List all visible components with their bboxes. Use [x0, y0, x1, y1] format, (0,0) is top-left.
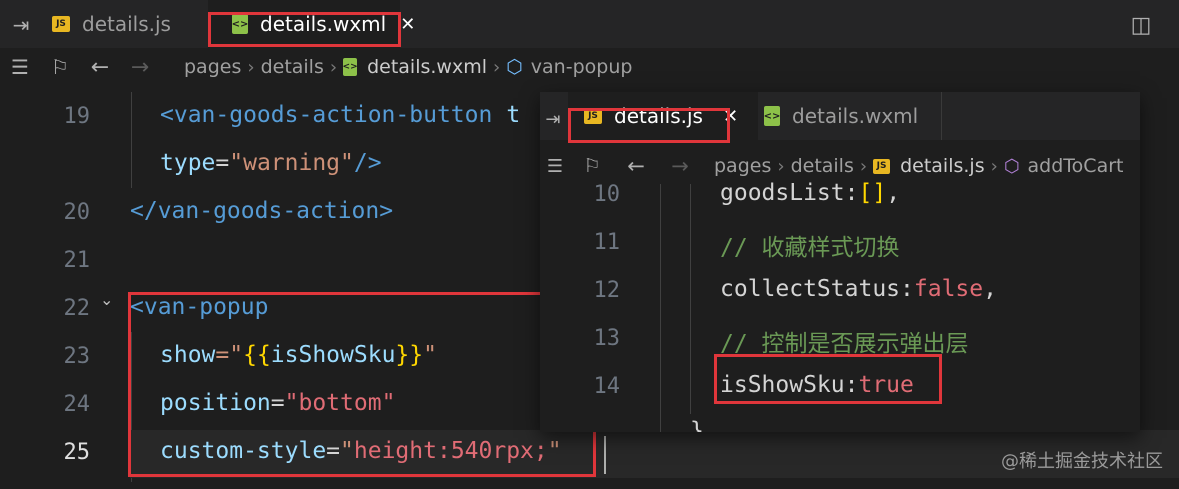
list-icon[interactable]: ☰	[0, 48, 40, 86]
code-token: =	[215, 150, 230, 176]
code-token: <van-goods-action-button	[160, 102, 493, 128]
line-number: 19	[63, 104, 91, 129]
code-token: []	[858, 180, 887, 206]
breadcrumb-item-symbol[interactable]: van-popup	[531, 56, 633, 78]
sidebar-toggle-icon[interactable]: ⇥	[540, 106, 566, 132]
sidebar-toggle-icon[interactable]: ⇥	[8, 12, 34, 38]
back-arrow-icon[interactable]: ←	[80, 48, 120, 86]
highlight-tab-wxml	[208, 12, 401, 47]
overlay-code-line-15[interactable]: }	[690, 418, 704, 432]
chevron-down-icon[interactable]: ⌄	[100, 290, 113, 309]
method-icon: ⬡	[1003, 155, 1020, 177]
bookmark-icon[interactable]: ⚐	[570, 148, 614, 184]
line-number: 25	[63, 440, 91, 465]
chevron-right-icon: ›	[859, 155, 868, 177]
text-cursor	[604, 436, 606, 474]
line-number: 12	[593, 278, 621, 303]
tab-label: details.wxml	[792, 104, 919, 128]
highlight-isShowSku	[714, 354, 942, 404]
code-token: type	[160, 150, 216, 176]
code-token: :	[844, 180, 859, 206]
code-token: goodsList	[720, 180, 845, 206]
breadcrumb-item-file[interactable]: details.js	[900, 155, 985, 177]
breadcrumb-item-details[interactable]: details	[261, 56, 324, 78]
overlay-code-line-10[interactable]: goodsList:[],	[720, 180, 900, 206]
line-number: 11	[593, 230, 621, 255]
back-arrow-icon[interactable]: ←	[614, 148, 658, 184]
code-line-19[interactable]: <van-goods-action-button t	[160, 102, 520, 128]
line-number: 24	[63, 392, 91, 417]
forward-arrow-icon[interactable]: →	[120, 48, 160, 86]
breadcrumb: ☰ ⚐ ← → pages › details › <> details.wxm…	[0, 48, 1179, 86]
highlight-tab-js	[568, 108, 730, 143]
line-number: 23	[63, 344, 91, 369]
code-line-19-wrap[interactable]: type="warning"/>	[160, 150, 382, 176]
overlay-code-line-11[interactable]: // 收藏样式切换	[720, 228, 900, 262]
breadcrumb-item-file[interactable]: details.wxml	[367, 56, 487, 78]
watermark: @稀土掘金技术社区	[1001, 451, 1163, 472]
overlay-code-line-13[interactable]: // 控制是否展示弹出层	[720, 324, 969, 358]
indent-guide	[690, 184, 691, 414]
line-number: 22	[63, 296, 91, 321]
highlight-popup-block	[128, 292, 596, 477]
tab-label: details.js	[82, 12, 171, 36]
bookmark-icon[interactable]: ⚐	[40, 48, 80, 86]
line-number: 14	[593, 374, 621, 399]
overlay-tab-details-wxml[interactable]: <> details.wxml	[750, 92, 942, 140]
wxml-file-icon: <>	[343, 58, 358, 76]
forward-arrow-icon[interactable]: →	[658, 148, 702, 184]
main-tab-bar: ⇥ JS details.js <> details.wxml ✕ ◫	[0, 0, 1179, 48]
code-token: t	[506, 102, 521, 128]
overlay-code-line-12[interactable]: collectStatus:false,	[720, 276, 997, 302]
indent-guide	[131, 92, 132, 188]
list-icon[interactable]: ☰	[540, 148, 570, 184]
chevron-right-icon: ›	[247, 56, 255, 78]
code-token: </van-goods-action>	[130, 198, 394, 224]
chevron-right-icon: ›	[777, 155, 785, 177]
indent-guide	[660, 184, 661, 432]
code-token: />	[353, 150, 382, 176]
line-number: 20	[63, 200, 91, 225]
tab-details-js[interactable]: JS details.js	[40, 0, 200, 48]
breadcrumb-item-symbol[interactable]: addToCart	[1028, 155, 1124, 177]
code-token: ,	[983, 276, 997, 302]
breadcrumb-item-pages[interactable]: pages	[714, 155, 771, 177]
line-number: 10	[593, 182, 621, 207]
line-number: 21	[63, 248, 91, 273]
overlay-editor: ⇥ JS details.js ✕ <> details.wxml ☰ ⚐ ← …	[540, 92, 1140, 432]
js-file-icon: JS	[873, 158, 891, 174]
wxml-file-icon: <>	[764, 106, 780, 126]
code-token: false	[913, 276, 984, 302]
chevron-right-icon: ›	[329, 56, 338, 78]
code-token: "warning"	[229, 150, 354, 176]
code-token: ,	[886, 180, 901, 206]
breadcrumb-item-pages[interactable]: pages	[184, 56, 241, 78]
code-token: collectStatus	[720, 276, 901, 302]
chevron-right-icon: ›	[990, 155, 998, 177]
cube-icon: ⬡	[506, 56, 523, 78]
split-editor-icon[interactable]: ◫	[1128, 12, 1154, 38]
overlay-breadcrumb: ☰ ⚐ ← → pages › details › JS details.js …	[540, 148, 1140, 184]
chevron-right-icon: ›	[493, 56, 501, 78]
js-file-icon: JS	[52, 16, 70, 32]
code-token: :	[900, 276, 914, 302]
code-line-20[interactable]: </van-goods-action>	[130, 198, 393, 224]
close-icon[interactable]: ✕	[400, 14, 415, 35]
breadcrumb-item-details[interactable]: details	[791, 155, 854, 177]
line-number: 13	[593, 326, 621, 351]
